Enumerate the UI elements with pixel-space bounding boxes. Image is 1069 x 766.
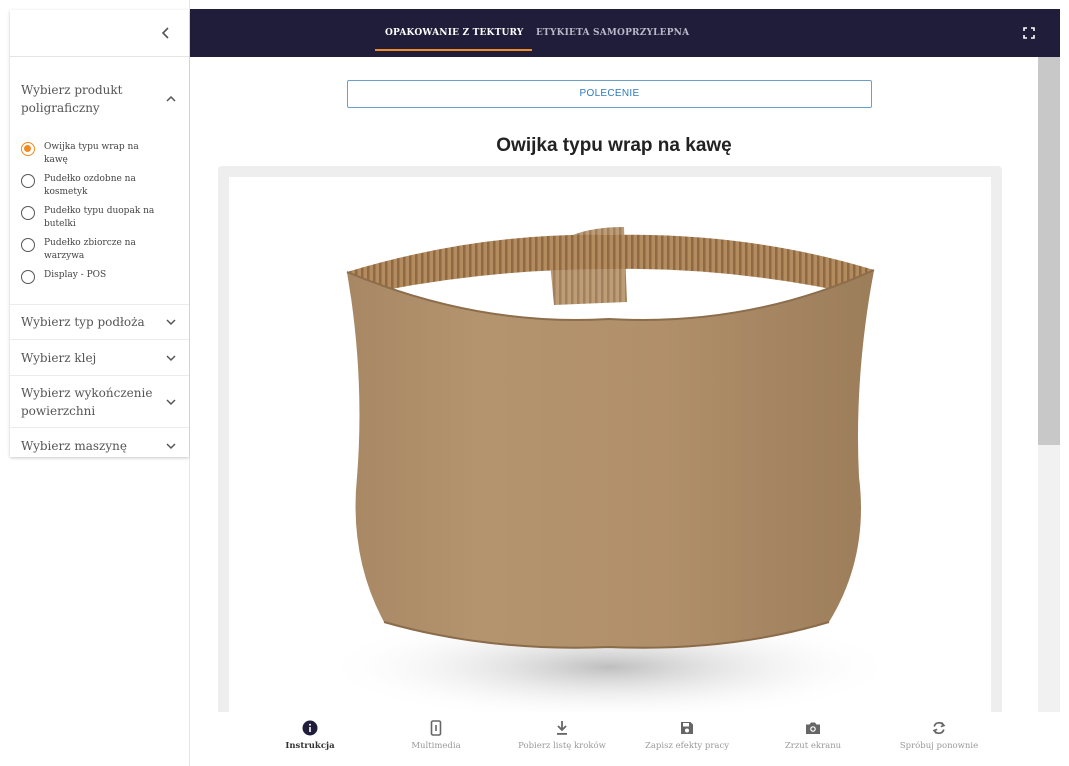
section-machine-header[interactable]: Wybierz maszynę — [10, 428, 189, 464]
toolbar-label: Zrzut ekranu — [784, 741, 842, 751]
info-icon — [302, 720, 318, 736]
toolbar-label: Instrukcja — [285, 741, 335, 751]
toolbar-label: Multimedia — [411, 741, 461, 751]
chevron-up-icon — [166, 95, 176, 102]
tab-self-adhesive-label[interactable]: ETYKIETA SAMOPRZYLEPNA — [536, 9, 689, 57]
main-content: POLECENIE Owijka typu wrap na kawę — [190, 57, 1038, 712]
screenshot-button[interactable]: Zrzut ekranu — [753, 720, 873, 752]
toolbar-label: Spróbuj ponownie — [899, 741, 979, 751]
radio-icon[interactable] — [21, 238, 35, 252]
vertical-scrollbar[interactable] — [1038, 57, 1060, 712]
section-label: Wybierz wykończenie powierzchni — [21, 385, 153, 418]
option-display-pos[interactable]: Display - POS — [21, 269, 189, 284]
toolbar-label: Zapisz efekty pracy — [644, 741, 730, 751]
bottom-toolbar: Instrukcja Multimedia Pobierz listę krok… — [190, 712, 1069, 766]
product-options: Owijka typu wrap na kawę Pudełko ozdobne… — [10, 141, 189, 304]
chevron-down-icon — [166, 398, 176, 405]
chevron-left-icon[interactable] — [157, 24, 175, 42]
sidebar: Wybierz produkt poligraficzny Owijka typ… — [0, 0, 190, 766]
option-label: Pudełko typu duopak na butelki — [44, 206, 155, 229]
tab-cardboard-packaging[interactable]: OPAKOWANIE Z TEKTURY — [375, 9, 532, 57]
configurator-panel: Wybierz produkt poligraficzny Owijka typ… — [10, 10, 189, 457]
option-label: Display - POS — [44, 270, 107, 280]
radio-checked-icon[interactable] — [21, 142, 35, 156]
download-steps-button[interactable]: Pobierz listę kroków — [502, 720, 622, 752]
top-navigation: OPAKOWANIE Z TEKTURY ETYKIETA SAMOPRZYLE… — [190, 9, 1060, 57]
chevron-down-icon — [166, 319, 176, 326]
section-finish-header[interactable]: Wybierz wykończenie powierzchni — [10, 376, 189, 428]
section-label: Wybierz typ podłoża — [21, 315, 145, 329]
option-duopak-box[interactable]: Pudełko typu duopak na butelki — [21, 205, 189, 231]
download-icon — [557, 721, 567, 735]
option-label: Pudełko zbiorcze na warzywa — [44, 238, 136, 261]
instructions-button[interactable]: Instrukcja — [250, 720, 370, 752]
section-glue-header[interactable]: Wybierz klej — [10, 340, 189, 376]
sidebar-header — [10, 10, 189, 57]
option-label: Owijka typu wrap na kawę — [44, 142, 139, 165]
radio-icon[interactable] — [21, 270, 35, 284]
product-image-frame — [218, 166, 1002, 712]
radio-icon[interactable] — [21, 174, 35, 188]
section-label: Wybierz produkt poligraficzny — [21, 83, 123, 115]
option-coffee-wrap[interactable]: Owijka typu wrap na kawę — [21, 141, 189, 167]
toolbar-label: Pobierz listę kroków — [518, 741, 606, 751]
coffee-sleeve-image — [319, 227, 899, 712]
option-label: Pudełko ozdobne na kosmetyk — [44, 174, 136, 197]
scrollbar-thumb[interactable] — [1038, 57, 1060, 445]
radio-icon[interactable] — [21, 206, 35, 220]
fullscreen-icon[interactable] — [1023, 27, 1035, 39]
chevron-down-icon — [166, 443, 176, 450]
chevron-down-icon — [166, 354, 176, 361]
section-label: Wybierz klej — [21, 350, 97, 365]
save-icon — [681, 722, 693, 734]
option-cosmetic-box[interactable]: Pudełko ozdobne na kosmetyk — [21, 173, 189, 199]
product-image — [229, 177, 991, 712]
option-vegetable-box[interactable]: Pudełko zbiorcze na warzywa — [21, 237, 189, 263]
section-product-header[interactable]: Wybierz produkt poligraficzny — [10, 57, 189, 141]
command-button[interactable]: POLECENIE — [347, 80, 872, 108]
camera-icon — [806, 722, 820, 734]
retry-button[interactable]: Spróbuj ponownie — [879, 720, 999, 752]
section-label: Wybierz maszynę — [21, 439, 127, 453]
phone-icon — [430, 720, 442, 736]
save-work-button[interactable]: Zapisz efekty pracy — [627, 720, 747, 752]
refresh-icon — [932, 721, 946, 735]
multimedia-button[interactable]: Multimedia — [376, 720, 496, 752]
section-substrate-header[interactable]: Wybierz typ podłoża — [10, 304, 189, 340]
product-title: Owijka typu wrap na kawę — [496, 135, 732, 156]
